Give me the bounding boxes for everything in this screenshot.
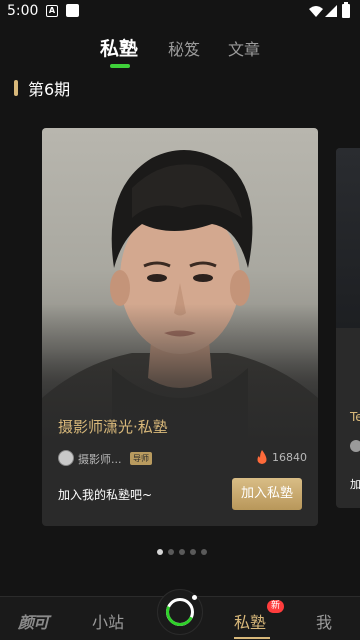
new-badge: 新 xyxy=(267,600,285,613)
pager-dot[interactable] xyxy=(157,549,163,555)
tab-private[interactable]: 私塾 xyxy=(100,34,138,61)
course-card[interactable]: 摄影师潇光·私塾 摄影师... 导师 16840 加入我的私塾吧~ 加入私塾 xyxy=(42,128,318,526)
next-card-title: Te xyxy=(350,410,360,424)
tab-secrets[interactable]: 秘笈 xyxy=(168,36,200,60)
next-card-photo xyxy=(336,148,360,328)
tab-articles[interactable]: 文章 xyxy=(228,36,260,60)
tab-active-indicator xyxy=(110,64,130,68)
status-time: 5:00 xyxy=(7,3,39,19)
nav-private[interactable]: 私塾 xyxy=(234,609,266,633)
author-avatar[interactable] xyxy=(58,450,74,466)
notification-square-icon xyxy=(66,4,79,17)
signal-icon xyxy=(325,5,337,17)
author-name[interactable]: 摄影师... xyxy=(78,451,122,467)
pager-dot[interactable] xyxy=(201,549,207,555)
join-button[interactable]: 加入私塾 xyxy=(232,478,302,510)
notification-a-icon: A xyxy=(46,5,58,17)
carousel-pager xyxy=(157,549,207,555)
course-title: 摄影师潇光·私塾 xyxy=(58,418,168,436)
nav-me[interactable]: 我 xyxy=(316,609,332,633)
section-title: 第6期 xyxy=(28,80,71,99)
mentor-photo xyxy=(42,128,318,444)
top-tabs: 私塾 秘笈 文章 xyxy=(0,30,360,70)
section-header: 第6期 xyxy=(14,76,70,100)
next-course-card[interactable]: Te 加 xyxy=(336,148,360,508)
pager-dot[interactable] xyxy=(168,549,174,555)
next-card-text: 加 xyxy=(350,478,360,491)
pager-dot[interactable] xyxy=(179,549,185,555)
camera-dot-icon xyxy=(192,595,197,600)
status-bar: 5:00 A xyxy=(0,0,360,24)
camera-button[interactable] xyxy=(157,589,203,635)
mentor-badge: 导师 xyxy=(130,452,152,465)
wifi-icon xyxy=(309,6,323,17)
section-marker xyxy=(14,80,18,96)
battery-icon xyxy=(342,2,350,18)
fire-icon xyxy=(257,450,267,464)
card-slogan: 加入我的私塾吧~ xyxy=(58,488,153,502)
next-card-avatar xyxy=(350,440,360,452)
hot-count: 16840 xyxy=(272,451,307,464)
pager-dot[interactable] xyxy=(190,549,196,555)
nav-home-logo[interactable]: 颜可 xyxy=(18,609,49,633)
nav-station[interactable]: 小站 xyxy=(92,609,124,633)
nav-active-indicator xyxy=(234,637,270,639)
